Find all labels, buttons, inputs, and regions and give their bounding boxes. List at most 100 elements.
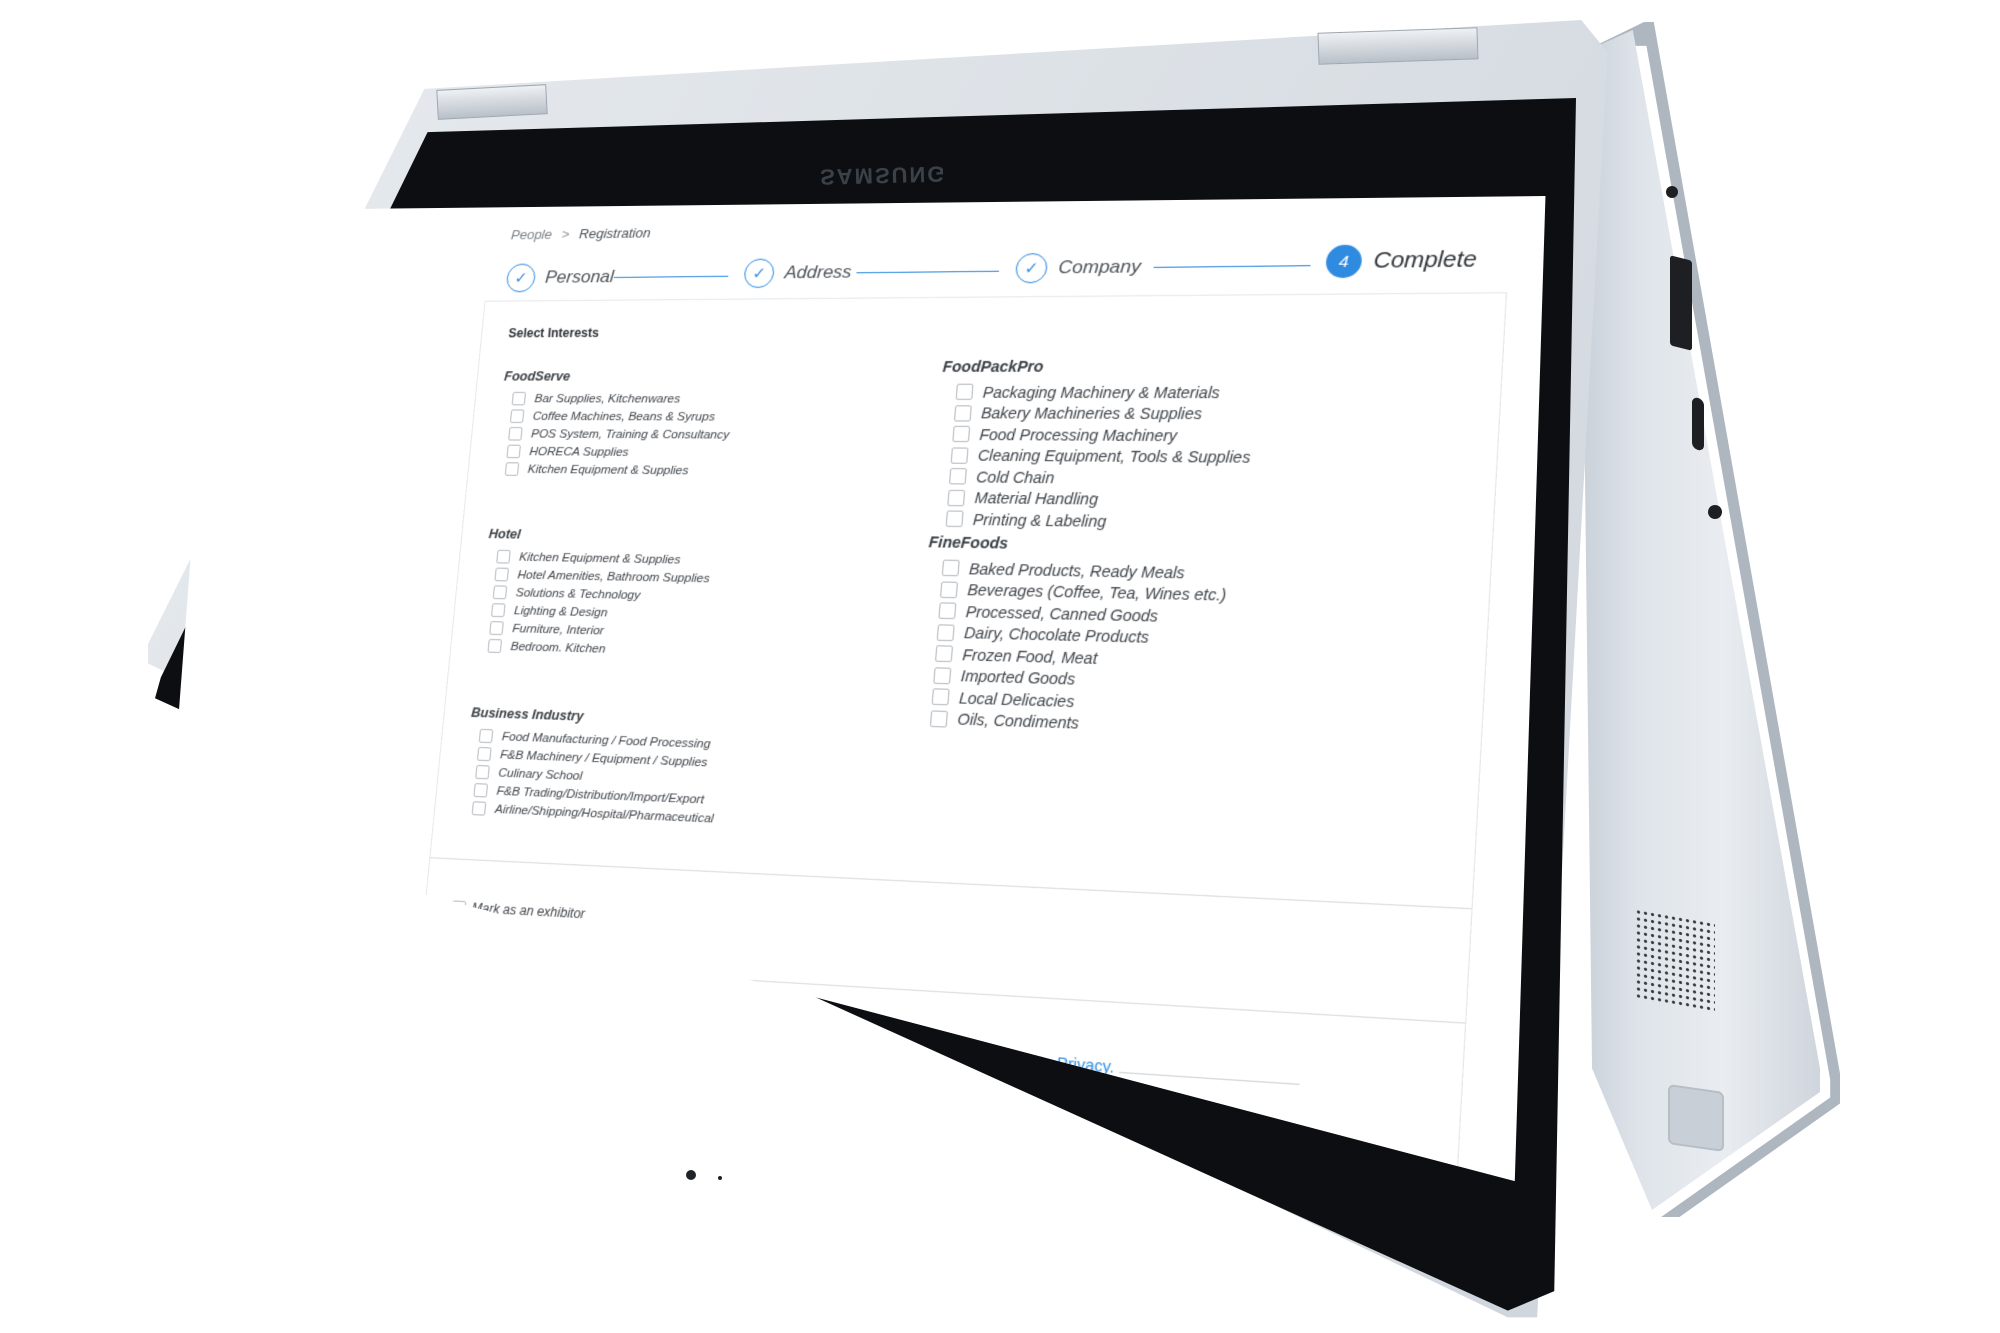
card-title: Select Interests bbox=[507, 325, 600, 341]
checkbox[interactable] bbox=[938, 602, 957, 620]
step-connector bbox=[1153, 265, 1311, 269]
interests-card: Select Interests FoodServe Bar Supplies,… bbox=[394, 292, 1508, 1182]
step-label: Address bbox=[783, 261, 853, 283]
checkbox-option[interactable]: Bakery Machineries & Supplies bbox=[953, 403, 1254, 425]
checkbox[interactable] bbox=[941, 559, 960, 577]
step-number-badge: 4 bbox=[1325, 244, 1363, 279]
checkbox[interactable] bbox=[934, 645, 954, 663]
checkbox-option[interactable]: Cleaning Equipment, Tools & Supplies bbox=[950, 445, 1251, 469]
check-circle-icon: ✓ bbox=[743, 258, 776, 289]
checkbox[interactable] bbox=[494, 567, 510, 582]
checkbox-list: Food Manufacturing / Food Processing F&B … bbox=[461, 726, 721, 828]
checkbox-label: Food Processing Machinery bbox=[978, 425, 1178, 445]
step-address[interactable]: ✓ Address bbox=[743, 258, 853, 289]
step-company[interactable]: ✓ Company bbox=[1014, 252, 1142, 284]
mailing-checkbox[interactable] bbox=[448, 932, 464, 947]
group-business-industry: Business Industry Food Manufacturing / F… bbox=[461, 705, 723, 828]
checkbox-label: Local Delicacies bbox=[958, 688, 1076, 711]
step-personal[interactable]: ✓ Personal bbox=[505, 263, 615, 293]
checkbox[interactable] bbox=[471, 801, 487, 816]
checkbox-label: Culinary School bbox=[497, 766, 583, 783]
mailing-label: Include in mailing list bbox=[468, 932, 586, 955]
checkbox[interactable] bbox=[509, 409, 525, 423]
checkbox[interactable] bbox=[478, 728, 494, 744]
group-title: Hotel bbox=[488, 526, 522, 542]
headphone-jack bbox=[1708, 505, 1722, 519]
checkbox-option[interactable]: Coffee Machines, Beans & Syrups bbox=[509, 407, 732, 426]
group-title: FoodPackPro bbox=[942, 357, 1045, 376]
checkbox[interactable] bbox=[940, 581, 959, 598]
screen: People > Registration ✓ Personal ✓ Addre… bbox=[170, 196, 1546, 1182]
checkbox[interactable] bbox=[931, 688, 950, 706]
checkbox-label: Hotel Amenities, Bathroom Supplies bbox=[516, 568, 711, 585]
checkbox-label: Oils, Condiments bbox=[956, 710, 1080, 733]
checkbox[interactable] bbox=[476, 746, 492, 762]
checkbox-option[interactable]: Packaging Machinery & Materials bbox=[955, 382, 1255, 404]
checkbox-option[interactable]: Bar Supplies, Kitchenwares bbox=[511, 390, 733, 408]
brand-logo: SAMSUNG bbox=[819, 161, 947, 190]
checkbox[interactable] bbox=[508, 427, 523, 441]
progress-steps: ✓ Personal ✓ Address ✓ Company 4 Complet… bbox=[495, 238, 1495, 293]
checkbox[interactable] bbox=[511, 391, 527, 406]
breadcrumb: People > Registration bbox=[510, 225, 651, 242]
laptop-base bbox=[1580, 30, 1820, 1210]
section-divider bbox=[420, 960, 1466, 1024]
group-foodpackpro: FoodPackPro Packaging Machinery & Materi… bbox=[930, 357, 1257, 534]
checkbox-list: Bar Supplies, Kitchenwares Coffee Machine… bbox=[494, 390, 733, 480]
exhibitor-label: Mark as an exhibitor bbox=[471, 900, 586, 922]
checkbox-option[interactable]: Cold Chain bbox=[948, 466, 1250, 490]
checkbox[interactable] bbox=[473, 783, 489, 798]
checkbox[interactable] bbox=[933, 666, 952, 685]
checkbox-label: Frozen Food, Meat bbox=[961, 645, 1098, 667]
agree-checkbox[interactable] bbox=[580, 1024, 596, 1040]
checkbox[interactable] bbox=[504, 462, 520, 476]
checkbox-list: Packaging Machinery & Materials Bakery Ma… bbox=[930, 382, 1256, 534]
agreement-rule-right bbox=[1119, 1071, 1300, 1085]
checkbox-option[interactable]: Printing & Labeling bbox=[945, 508, 1246, 534]
checkbox[interactable] bbox=[953, 404, 972, 422]
checkbox-label: Bar Supplies, Kitchenwares bbox=[534, 392, 681, 406]
sensor-dot bbox=[718, 1176, 722, 1180]
webcam-icon bbox=[686, 1170, 696, 1180]
checkbox-label: Bakery Machineries & Supplies bbox=[980, 404, 1203, 423]
checkbox[interactable] bbox=[952, 426, 971, 443]
checkbox[interactable] bbox=[947, 489, 966, 507]
checkbox-label: Processed, Canned Goods bbox=[965, 602, 1159, 625]
group-foodserve: FoodServe Bar Supplies, Kitchenwares Coff… bbox=[494, 369, 735, 480]
step-connector bbox=[613, 275, 729, 279]
checkbox[interactable] bbox=[506, 444, 521, 459]
checkbox-label: POS System, Training & Consultancy bbox=[530, 427, 730, 442]
group-title: FineFoods bbox=[928, 533, 1009, 552]
checkbox[interactable] bbox=[487, 638, 503, 654]
group-hotel: Hotel Kitchen Equipment & Supplies Hotel … bbox=[477, 527, 714, 661]
mailing-option[interactable]: Include in mailing list bbox=[448, 932, 585, 955]
exhibitor-option[interactable]: Mark as an exhibitor bbox=[451, 899, 586, 922]
checkbox[interactable] bbox=[948, 468, 967, 485]
exhibitor-checkbox[interactable] bbox=[451, 899, 467, 915]
checkbox[interactable] bbox=[490, 603, 506, 618]
page-content: People > Registration ✓ Personal ✓ Addre… bbox=[270, 196, 1508, 1182]
step-connector bbox=[856, 270, 1000, 274]
checkbox[interactable] bbox=[950, 447, 969, 464]
step-label: Company bbox=[1057, 256, 1142, 278]
usb-c-port bbox=[1692, 396, 1704, 452]
checkbox-option[interactable]: Food Processing Machinery bbox=[952, 424, 1253, 447]
checkbox[interactable] bbox=[929, 710, 948, 728]
checkbox[interactable] bbox=[475, 764, 490, 780]
checkbox-label: Material Handling bbox=[973, 489, 1099, 509]
checkbox[interactable] bbox=[492, 585, 508, 600]
checkbox-option[interactable]: POS System, Training & Consultancy bbox=[508, 425, 730, 444]
checkbox-option[interactable]: HORECA Supplies bbox=[506, 443, 728, 462]
checkbox-label: Coffee Machines, Beans & Syrups bbox=[532, 410, 716, 424]
checkbox[interactable] bbox=[945, 510, 964, 528]
breadcrumb-parent[interactable]: People bbox=[510, 227, 552, 243]
checkbox[interactable] bbox=[955, 383, 974, 401]
checkbox[interactable] bbox=[936, 624, 955, 641]
group-title: FoodServe bbox=[503, 369, 571, 384]
checkbox[interactable] bbox=[489, 621, 504, 636]
checkbox-label: Bedroom. Kitchen bbox=[510, 640, 607, 656]
checkbox-label: Kitchen Equipment & Supplies bbox=[527, 462, 690, 477]
checkbox-option[interactable]: Kitchen Equipment & Supplies bbox=[504, 460, 726, 480]
step-complete[interactable]: 4 Complete bbox=[1325, 243, 1478, 279]
checkbox[interactable] bbox=[496, 549, 511, 564]
